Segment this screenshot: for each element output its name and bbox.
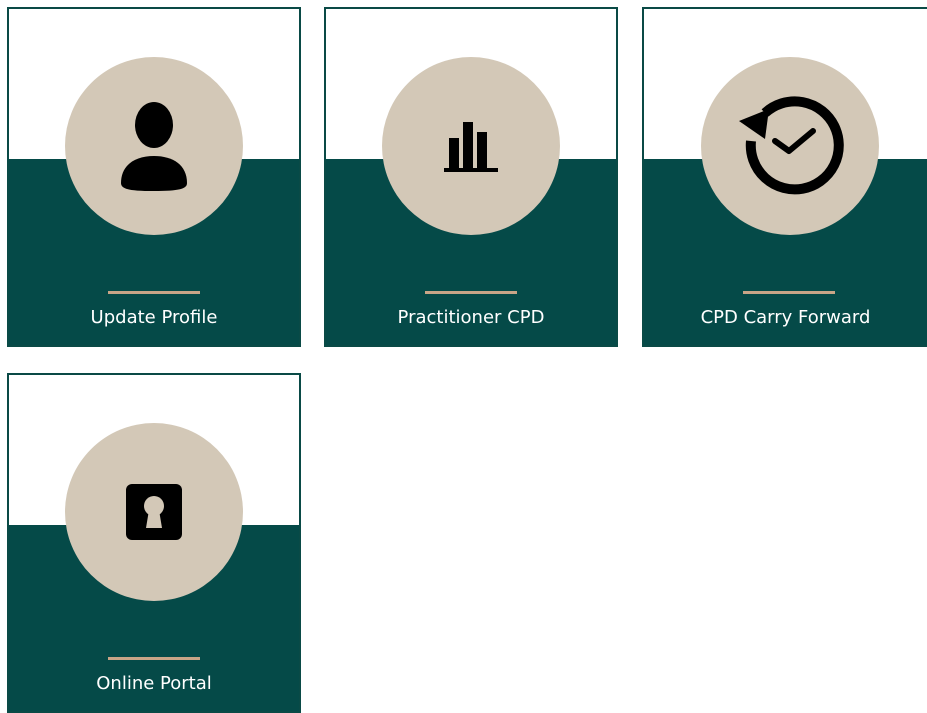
icon-circle: [382, 57, 560, 235]
accent-rule: [425, 291, 517, 294]
online-portal-tile[interactable]: Online Portal: [7, 373, 301, 713]
icon-circle: [65, 57, 243, 235]
clock-history-icon: [739, 96, 844, 195]
icon-circle: [65, 423, 243, 601]
keyhole-icon: [126, 484, 182, 540]
cpd-carry-forward-tile[interactable]: CPD Carry Forward: [642, 7, 927, 347]
tile-label: Practitioner CPD: [397, 307, 545, 328]
tile-label: Online Portal: [96, 673, 212, 694]
accent-rule: [743, 291, 835, 294]
tile-label: Update Profile: [90, 307, 218, 328]
accent-rule: [108, 657, 200, 660]
tile-label: CPD Carry Forward: [700, 307, 871, 328]
bar-chart-icon: [444, 122, 498, 172]
update-profile-tile[interactable]: Update Profile: [7, 7, 301, 347]
icon-circle: [701, 57, 879, 235]
user-icon: [121, 102, 187, 191]
accent-rule: [108, 291, 200, 294]
practitioner-cpd-tile[interactable]: Practitioner CPD: [324, 7, 618, 347]
